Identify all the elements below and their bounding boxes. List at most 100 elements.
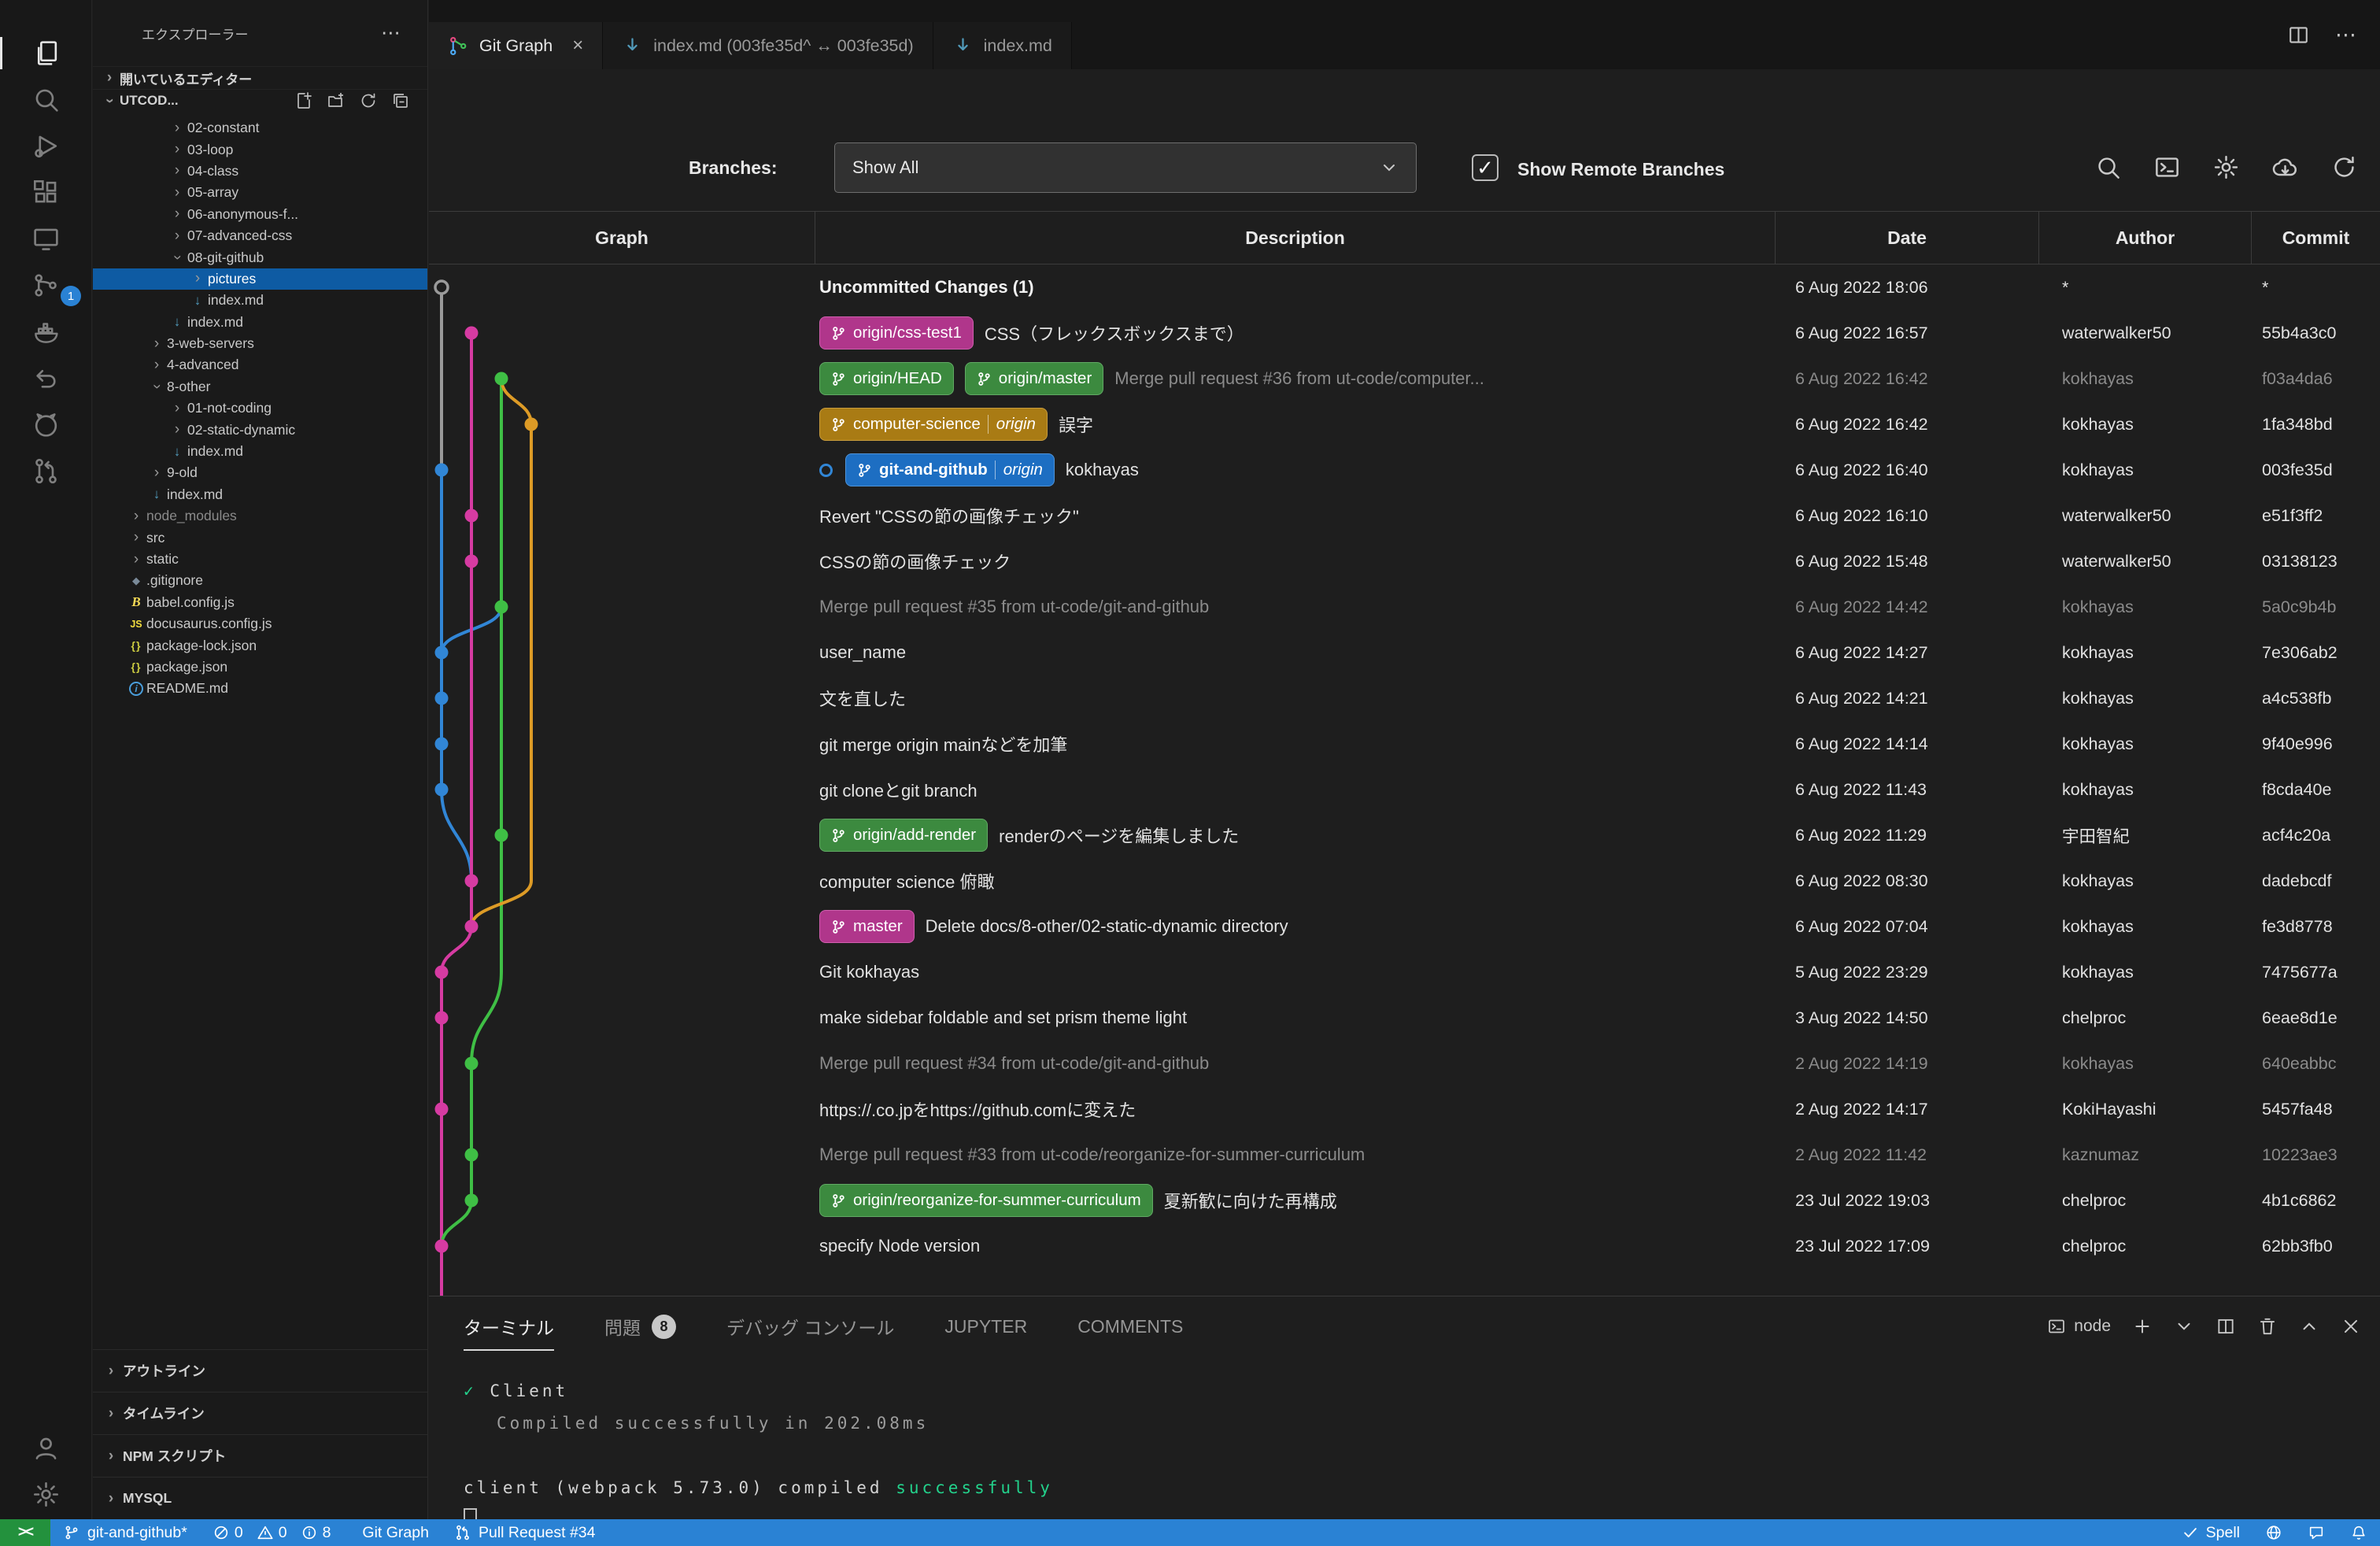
tree-item[interactable]: {}package-lock.json bbox=[93, 634, 427, 656]
commit-row[interactable]: specify Node version23 Jul 2022 17:09che… bbox=[429, 1223, 2380, 1269]
account-icon[interactable] bbox=[0, 1425, 91, 1471]
tree-item[interactable]: ›src bbox=[93, 527, 427, 548]
tree-item[interactable]: ›04-class bbox=[93, 161, 427, 182]
commit-row[interactable]: Uncommitted Changes (1)6 Aug 2022 18:06*… bbox=[429, 264, 2380, 310]
problems-status[interactable]: 0 0 8 bbox=[200, 1519, 350, 1546]
remote-indicator[interactable]: >< bbox=[0, 1519, 50, 1546]
commit-row[interactable]: origin/add-renderrenderのページを編集しました6 Aug … bbox=[429, 812, 2380, 858]
tab-index-md-diff[interactable]: index.md (003fe35d^ ↔ 003fe35d) bbox=[603, 22, 933, 69]
close-icon[interactable]: × bbox=[572, 36, 583, 55]
extensions-icon[interactable] bbox=[0, 169, 91, 216]
tree-item[interactable]: ›9-old bbox=[93, 462, 427, 483]
commit-row[interactable]: origin/reorganize-for-summer-curriculum夏… bbox=[429, 1178, 2380, 1223]
tree-item[interactable]: ›01-not-coding bbox=[93, 398, 427, 419]
commit-row[interactable]: Merge pull request #33 from ut-code/reor… bbox=[429, 1132, 2380, 1178]
git-graph-status[interactable]: Git Graph bbox=[349, 1519, 442, 1546]
sidebar-section-タイムライン[interactable]: ›タイムライン bbox=[93, 1392, 427, 1434]
branch-badge[interactable]: origin/add-render bbox=[819, 819, 988, 852]
new-folder-icon[interactable] bbox=[327, 91, 346, 110]
open-editors-section[interactable]: › 開いているエディター bbox=[93, 66, 427, 89]
panel-tab-JUPYTER[interactable]: JUPYTER bbox=[944, 1296, 1027, 1356]
panel-tab-ターミナル[interactable]: ターミナル bbox=[464, 1296, 554, 1356]
terminal-output[interactable]: ✓ Client Compiled successfully in 202.08… bbox=[464, 1375, 1053, 1533]
explorer-icon[interactable] bbox=[0, 30, 91, 76]
panel-tab-問題[interactable]: 問題8 bbox=[604, 1296, 676, 1356]
commit-row[interactable]: masterDelete docs/8-other/02-static-dyna… bbox=[429, 904, 2380, 949]
tree-item[interactable]: JSdocusaurus.config.js bbox=[93, 613, 427, 634]
docker-icon[interactable] bbox=[0, 309, 91, 355]
branch-badge[interactable]: git-and-githuborigin bbox=[845, 453, 1055, 486]
branch-badge[interactable]: origin/reorganize-for-summer-curriculum bbox=[819, 1184, 1153, 1217]
tree-item[interactable]: ›07-advanced-css bbox=[93, 225, 427, 246]
find-icon[interactable] bbox=[2094, 153, 2122, 181]
pull-request-status[interactable]: Pull Request #34 bbox=[442, 1519, 608, 1546]
tree-item[interactable]: ›3-web-servers bbox=[93, 333, 427, 354]
branch-status[interactable]: git-and-github* bbox=[50, 1519, 200, 1546]
settings-gear-icon[interactable] bbox=[2212, 153, 2240, 181]
commit-row[interactable]: origin/HEADorigin/masterMerge pull reque… bbox=[429, 356, 2380, 401]
commit-row[interactable]: 文を直した6 Aug 2022 14:21kokhayasa4c538fb bbox=[429, 675, 2380, 721]
tree-item[interactable]: {}package.json bbox=[93, 656, 427, 678]
language-globe-icon[interactable] bbox=[2252, 1519, 2295, 1546]
branch-badge[interactable]: origin/master bbox=[965, 362, 1104, 395]
sidebar-section-NPM スクリプト[interactable]: ›NPM スクリプト bbox=[93, 1434, 427, 1477]
new-file-icon[interactable] bbox=[294, 91, 313, 110]
commit-row[interactable]: Git kokhayas5 Aug 2022 23:29kokhayas7475… bbox=[429, 949, 2380, 995]
tree-item[interactable]: Bbabel.config.js bbox=[93, 592, 427, 613]
commit-row[interactable]: https://.co.jpをhttps://github.comに変えた2 A… bbox=[429, 1086, 2380, 1132]
close-panel-icon[interactable] bbox=[2341, 1316, 2361, 1337]
source-control-icon[interactable]: 1 bbox=[0, 262, 91, 309]
github-icon[interactable] bbox=[0, 401, 91, 448]
commit-row[interactable]: user_name6 Aug 2022 14:27kokhayas7e306ab… bbox=[429, 630, 2380, 675]
pull-requests-icon[interactable] bbox=[0, 448, 91, 494]
search-icon[interactable] bbox=[0, 76, 91, 123]
refresh-icon[interactable] bbox=[359, 91, 378, 110]
panel-tab-デバッグ コンソール[interactable]: デバッグ コンソール bbox=[726, 1296, 894, 1356]
tree-item[interactable]: ›08-git-github bbox=[93, 246, 427, 268]
sidebar-section-アウトライン[interactable]: ›アウトライン bbox=[93, 1349, 427, 1392]
tree-item[interactable]: ↓index.md bbox=[93, 290, 427, 311]
tree-item[interactable]: ◆.gitignore bbox=[93, 570, 427, 591]
commit-row[interactable]: Merge pull request #34 from ut-code/git-… bbox=[429, 1041, 2380, 1086]
tree-item[interactable]: ›node_modules bbox=[93, 505, 427, 527]
branch-badge[interactable]: origin/css-test1 bbox=[819, 316, 974, 350]
undo-history-icon[interactable] bbox=[0, 355, 91, 401]
settings-gear-icon[interactable] bbox=[0, 1471, 91, 1518]
tree-item[interactable]: ›06-anonymous-f... bbox=[93, 204, 427, 225]
commit-row[interactable]: make sidebar foldable and set prism them… bbox=[429, 995, 2380, 1041]
tree-item[interactable]: ›8-other bbox=[93, 376, 427, 398]
show-remote-branches-checkbox[interactable]: ✓ bbox=[1472, 154, 1499, 181]
branch-badge[interactable]: master bbox=[819, 910, 915, 943]
split-terminal-icon[interactable] bbox=[2216, 1316, 2236, 1337]
commit-row[interactable]: CSSの節の画像チェック6 Aug 2022 15:48waterwalker5… bbox=[429, 538, 2380, 584]
editor-more-actions-icon[interactable]: ⋯ bbox=[2335, 23, 2356, 47]
commit-row[interactable]: computer science 俯瞰6 Aug 2022 08:30kokha… bbox=[429, 858, 2380, 904]
branch-badge[interactable]: origin/HEAD bbox=[819, 362, 954, 395]
commit-row[interactable]: git merge origin mainなどを加筆6 Aug 2022 14:… bbox=[429, 721, 2380, 767]
branches-dropdown[interactable]: Show All bbox=[834, 142, 1417, 193]
commit-row[interactable]: computer-scienceorigin誤字6 Aug 2022 16:42… bbox=[429, 401, 2380, 447]
commit-row[interactable]: git cloneとgit branch6 Aug 2022 11:43kokh… bbox=[429, 767, 2380, 812]
tree-item[interactable]: ↓index.md bbox=[93, 441, 427, 462]
commit-row[interactable]: Revert "CSSの節の画像チェック"6 Aug 2022 16:10wat… bbox=[429, 493, 2380, 538]
tab-git-graph[interactable]: Git Graph × bbox=[429, 22, 603, 69]
run-debug-icon[interactable] bbox=[0, 123, 91, 169]
tree-item[interactable]: ›02-static-dynamic bbox=[93, 419, 427, 440]
maximize-panel-icon[interactable] bbox=[2299, 1316, 2319, 1337]
panel-tab-COMMENTS[interactable]: COMMENTS bbox=[1077, 1296, 1183, 1356]
commit-row[interactable]: git-and-githuboriginkokhayas6 Aug 2022 1… bbox=[429, 447, 2380, 493]
new-terminal-icon[interactable] bbox=[2132, 1316, 2153, 1337]
fetch-cloud-icon[interactable] bbox=[2271, 153, 2299, 181]
tree-item[interactable]: ↓index.md bbox=[93, 484, 427, 505]
tree-item[interactable]: ›pictures bbox=[93, 268, 427, 290]
tree-item[interactable]: ›02-constant bbox=[93, 117, 427, 139]
tab-index-md[interactable]: index.md bbox=[933, 22, 1072, 69]
feedback-icon[interactable] bbox=[2295, 1519, 2338, 1546]
tree-item[interactable]: iREADME.md bbox=[93, 678, 427, 699]
terminal-icon[interactable] bbox=[2153, 153, 2181, 181]
more-actions-icon[interactable]: ⋯ bbox=[381, 21, 401, 45]
spell-status[interactable]: Spell bbox=[2169, 1519, 2252, 1546]
terminal-profile-selector[interactable]: node bbox=[2047, 1317, 2111, 1336]
tree-item[interactable]: ↓index.md bbox=[93, 312, 427, 333]
launch-profile-chevron-icon[interactable] bbox=[2174, 1316, 2194, 1337]
